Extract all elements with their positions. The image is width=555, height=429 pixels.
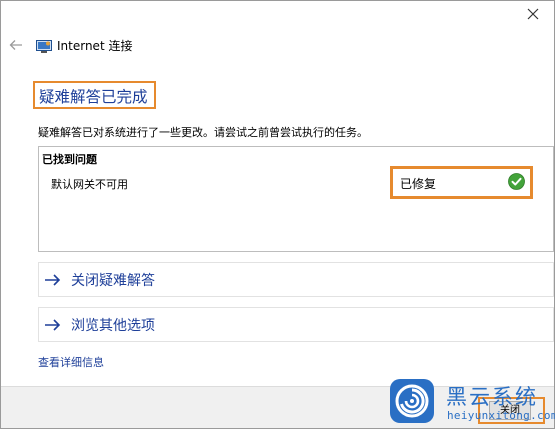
problems-header: 已找到问题 xyxy=(42,153,97,166)
close-icon[interactable] xyxy=(525,6,541,22)
network-connection-icon xyxy=(36,38,52,53)
status-badge: 已修复 xyxy=(400,177,437,191)
arrow-right-icon xyxy=(44,272,61,286)
description-text: 疑难解答已对系统进行了一些更改。请尝试之前曾尝试执行的任务。 xyxy=(38,126,368,139)
explore-other-options-action[interactable]: 浏览其他选项 xyxy=(38,307,554,342)
close-troubleshooter-action[interactable]: 关闭疑难解答 xyxy=(38,262,554,297)
footer-bar xyxy=(1,386,554,428)
close-button[interactable]: 关闭 xyxy=(489,401,531,420)
problem-name: 默认网关不可用 xyxy=(51,178,128,191)
arrow-right-icon xyxy=(44,317,61,331)
action-label: 关闭疑难解答 xyxy=(71,273,155,289)
green-check-icon xyxy=(508,173,525,190)
page-title: 疑难解答已完成 xyxy=(39,88,148,106)
problems-panel: 已找到问题 默认网关不可用 已修复 xyxy=(38,146,554,252)
back-arrow-icon[interactable] xyxy=(9,37,23,51)
window-title: Internet 连接 xyxy=(57,39,133,53)
action-label: 浏览其他选项 xyxy=(71,318,155,334)
view-details-link[interactable]: 查看详细信息 xyxy=(38,354,104,370)
